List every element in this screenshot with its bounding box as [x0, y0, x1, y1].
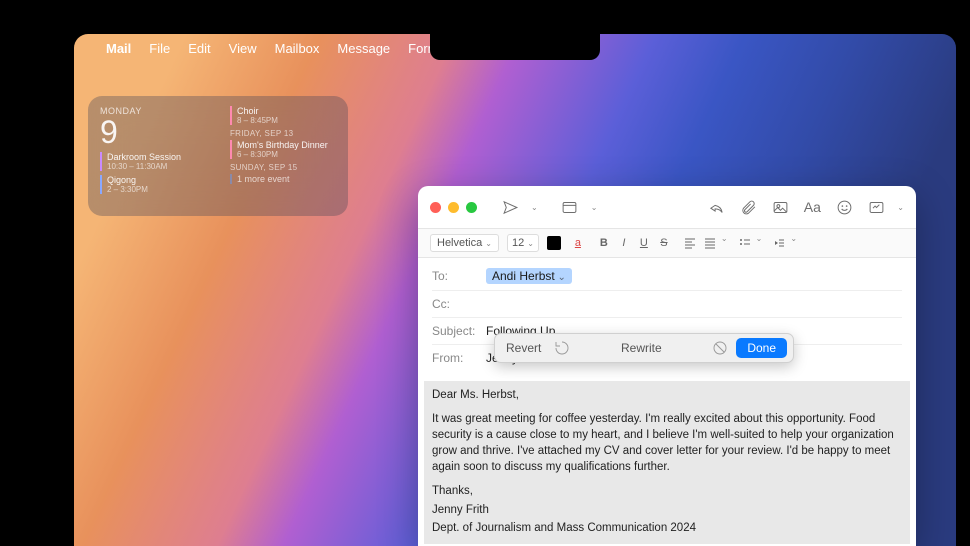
bold-button[interactable]: B [595, 234, 613, 252]
list-options-chevron[interactable]: ⌄ [756, 234, 763, 252]
format-bar: Helvetica⌄ 12⌄ a B I U S ⌄ ⌄ [418, 228, 916, 258]
text-color-picker-icon[interactable]: a [569, 234, 587, 252]
reply-icon[interactable] [705, 196, 727, 218]
compose-window: ⌄ ⌄ Aa ⌄ Helvetica⌄ 12⌄ a B [418, 186, 916, 546]
widget-day-header: FRIDAY, SEP 13 [230, 129, 336, 138]
rewrite-button[interactable]: Rewrite [578, 341, 704, 355]
header-options-chevron[interactable]: ⌄ [591, 203, 598, 212]
subject-label: Subject: [432, 324, 486, 338]
done-button[interactable]: Done [736, 338, 787, 358]
send-icon[interactable] [499, 196, 521, 218]
menubar-message[interactable]: Message [337, 41, 390, 56]
body-paragraph: It was great meeting for coffee yesterda… [432, 411, 902, 475]
header-fields-icon[interactable] [559, 196, 581, 218]
attach-icon[interactable] [737, 196, 759, 218]
widget-more-events[interactable]: 1 more event [230, 174, 336, 184]
list-icon[interactable] [736, 234, 754, 252]
undo-icon[interactable] [554, 340, 570, 356]
widget-event: Mom's Birthday Dinner 6 – 8:30PM [230, 140, 336, 159]
menubar-file[interactable]: File [149, 41, 170, 56]
menubar-view[interactable]: View [229, 41, 257, 56]
italic-button[interactable]: I [615, 234, 633, 252]
menubar-edit[interactable]: Edit [188, 41, 210, 56]
calendar-widget[interactable]: MONDAY 9 Darkroom Session 10:30 – 11:30A… [88, 96, 348, 216]
from-label: From: [432, 351, 486, 365]
font-family-select[interactable]: Helvetica⌄ [430, 234, 499, 252]
font-size-select[interactable]: 12⌄ [507, 234, 539, 252]
writing-tools-popover: Revert Rewrite Done [494, 333, 794, 363]
indent-icon[interactable] [770, 234, 788, 252]
emoji-icon[interactable] [833, 196, 855, 218]
markup-options-chevron[interactable]: ⌄ [897, 203, 904, 212]
window-zoom-button[interactable] [466, 202, 477, 213]
prohibit-icon[interactable] [712, 340, 728, 356]
widget-date: 9 [100, 116, 218, 148]
send-options-chevron[interactable]: ⌄ [531, 203, 538, 212]
strikethrough-button[interactable]: S [655, 234, 673, 252]
underline-button[interactable]: U [635, 234, 653, 252]
photo-icon[interactable] [769, 196, 791, 218]
align-options-chevron[interactable]: ⌄ [721, 234, 728, 252]
align-left-icon[interactable] [681, 234, 699, 252]
align-justify-icon[interactable] [701, 234, 719, 252]
indent-options-chevron[interactable]: ⌄ [790, 234, 797, 252]
menubar-app-name[interactable]: Mail [106, 41, 131, 56]
compose-toolbar: ⌄ ⌄ Aa ⌄ [418, 186, 916, 228]
rewritten-text-highlight: Dear Ms. Herbst, It was great meeting fo… [424, 381, 910, 544]
body-signature-name: Jenny Frith [432, 502, 902, 518]
to-label: To: [432, 269, 486, 283]
window-minimize-button[interactable] [448, 202, 459, 213]
widget-event: Darkroom Session 10:30 – 11:30AM [100, 152, 218, 171]
body-signature-dept: Dept. of Journalism and Mass Communicati… [432, 520, 902, 536]
to-field[interactable]: Andi Herbst [486, 268, 902, 284]
recipient-chip[interactable]: Andi Herbst [486, 268, 572, 284]
window-close-button[interactable] [430, 202, 441, 213]
revert-button[interactable]: Revert [501, 338, 546, 358]
widget-event: Qigong 2 – 3:30PM [100, 175, 218, 194]
markup-icon[interactable] [865, 196, 887, 218]
text-format-icon[interactable]: Aa [801, 196, 823, 218]
widget-event: Choir 8 – 8:45PM [230, 106, 336, 125]
menubar-mailbox[interactable]: Mailbox [275, 41, 320, 56]
widget-day-header: SUNDAY, SEP 15 [230, 163, 336, 172]
display-notch [430, 34, 600, 60]
body-greeting: Dear Ms. Herbst, [432, 387, 902, 403]
body-signoff: Thanks, [432, 483, 902, 499]
message-body[interactable]: Dear Ms. Herbst, It was great meeting fo… [418, 375, 916, 546]
text-color-swatch[interactable] [547, 236, 561, 250]
cc-label: Cc: [432, 297, 486, 311]
